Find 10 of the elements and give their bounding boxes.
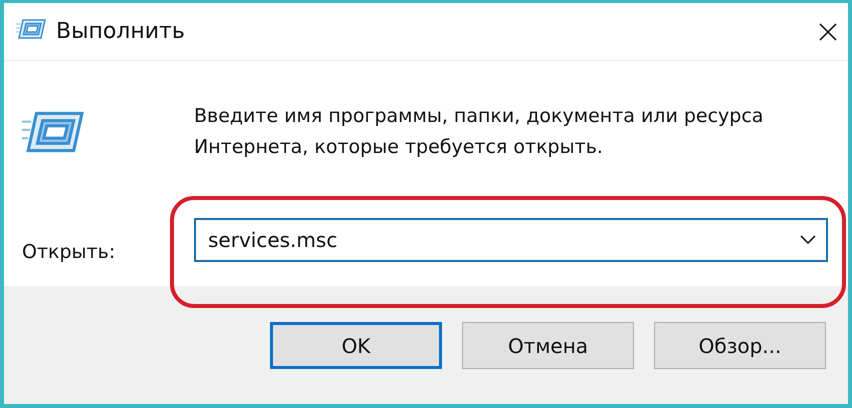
open-combobox[interactable]: services.msc (194, 218, 828, 262)
window-title: Выполнить (56, 19, 186, 44)
dialog-button[interactable]: Отмена (462, 322, 634, 369)
prompt-text: Введите имя программы, папки, документа или ресурса Интернета, которые требуется открыть. (194, 104, 764, 160)
dropdown-caret-icon[interactable] (800, 234, 816, 244)
dialog-button[interactable]: OK (270, 322, 442, 369)
close-icon[interactable] (818, 22, 838, 42)
run-icon (22, 109, 84, 155)
dialog-button[interactable]: Обзор... (654, 322, 826, 369)
field-label: Открыть: (22, 240, 116, 263)
